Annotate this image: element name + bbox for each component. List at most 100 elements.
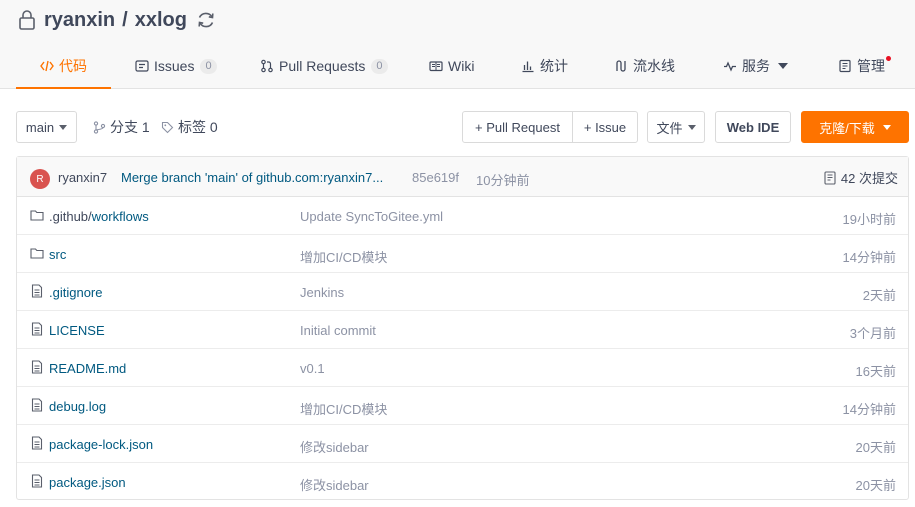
file-commit-time: 19小时前: [842, 212, 896, 227]
avatar[interactable]: R: [30, 169, 50, 189]
table-row[interactable]: .gitignore Jenkins 2天前: [17, 273, 908, 311]
repo-name-link[interactable]: xxlog: [135, 9, 187, 32]
chevron-down-icon: [687, 124, 696, 130]
file-commit-time: 2天前: [862, 288, 896, 303]
repo-owner-link[interactable]: ryanxin: [44, 9, 115, 32]
tab-issues[interactable]: Issues 0: [135, 44, 217, 88]
file-name-link[interactable]: package.json: [49, 475, 126, 490]
file-commit-message[interactable]: v0.1: [300, 361, 325, 376]
table-row[interactable]: .github/workflows Update SyncToGitee.yml…: [17, 197, 908, 235]
branches-link[interactable]: 分支 1: [93, 111, 150, 143]
file-commit-message[interactable]: Jenkins: [300, 285, 344, 300]
new-issue-button[interactable]: + Issue: [572, 111, 638, 143]
tab-code-label: 代码: [59, 58, 87, 74]
table-row[interactable]: debug.log 增加CI/CD模块 14分钟前: [17, 387, 908, 425]
file-icon: [31, 360, 43, 374]
file-name-link[interactable]: src: [49, 247, 66, 262]
new-pull-request-label: + Pull Request: [475, 119, 560, 135]
tab-pipeline-label: 流水线: [633, 58, 675, 74]
file-name-link[interactable]: .gitignore: [49, 285, 102, 300]
files-dropdown[interactable]: 文件: [647, 111, 705, 143]
file-commit-message[interactable]: Update SyncToGitee.yml: [300, 209, 443, 224]
file-commit-message[interactable]: Initial commit: [300, 323, 376, 338]
code-icon: [40, 60, 54, 72]
file-icon: [31, 436, 43, 450]
files-dropdown-label: 文件: [656, 120, 683, 136]
repo-separator: /: [122, 8, 128, 31]
file-commit-message[interactable]: 修改sidebar: [300, 475, 369, 494]
table-row[interactable]: src 增加CI/CD模块 14分钟前: [17, 235, 908, 273]
table-row[interactable]: LICENSE Initial commit 3个月前: [17, 311, 908, 349]
tab-service[interactable]: 服务: [723, 44, 788, 88]
branch-select[interactable]: main: [16, 111, 77, 143]
tab-wiki[interactable]: Wiki: [429, 44, 474, 88]
file-commit-time: 14分钟前: [842, 402, 896, 417]
sync-icon[interactable]: [195, 9, 217, 31]
branch-select-label: main: [25, 119, 55, 135]
file-commit-message[interactable]: 增加CI/CD模块: [300, 399, 387, 418]
chevron-down-icon: [882, 124, 891, 130]
commit-message-link[interactable]: Merge branch 'main' of github.com:ryanxi…: [121, 170, 383, 185]
file-commit-time: 14分钟前: [842, 250, 896, 265]
tab-manage-label: 管理: [857, 58, 885, 74]
tags-label: 标签 0: [178, 119, 218, 135]
clone-download-button[interactable]: 克隆/下载: [801, 111, 909, 143]
new-pull-request-button[interactable]: + Pull Request: [462, 111, 573, 143]
tab-pipeline[interactable]: 流水线: [614, 44, 675, 88]
issues-icon: [135, 60, 149, 72]
repo-header: ryanxin / xxlog 代码 Issues 0 Pull Request…: [0, 0, 915, 89]
file-icon: [31, 322, 43, 336]
service-icon: [724, 61, 736, 72]
web-ide-label: Web IDE: [726, 119, 780, 135]
tags-link[interactable]: 标签 0: [161, 111, 218, 143]
lock-icon: [19, 10, 35, 30]
folder-name: workflows: [91, 209, 149, 224]
file-commit-message[interactable]: 增加CI/CD模块: [300, 247, 387, 266]
clone-download-label: 克隆/下载: [819, 120, 875, 136]
commit-count-label: 42 次提交: [840, 171, 898, 186]
file-commit-time: 3个月前: [849, 326, 896, 341]
tab-issues-label: Issues: [154, 58, 195, 74]
repo-toolbar: main 分支 1 标签 0 + Pull Request + Issue 文件…: [0, 111, 915, 145]
file-commit-message[interactable]: 修改sidebar: [300, 437, 369, 456]
notification-dot: [886, 56, 891, 61]
commit-author-link[interactable]: ryanxin7: [58, 170, 107, 185]
chevron-down-icon: [59, 124, 68, 130]
tab-service-label: 服务: [742, 58, 770, 74]
tab-code[interactable]: 代码: [16, 44, 111, 89]
table-row[interactable]: package-lock.json 修改sidebar 20天前: [17, 425, 908, 463]
chevron-down-icon: [778, 63, 788, 69]
pull-request-icon: [261, 59, 273, 73]
repo-tabs: 代码 Issues 0 Pull Requests 0 Wiki 统计 流水线 …: [0, 44, 915, 89]
file-name-link[interactable]: package-lock.json: [49, 437, 153, 452]
file-commit-time: 20天前: [855, 440, 896, 455]
file-list: R ryanxin7 Merge branch 'main' of github…: [16, 156, 909, 500]
tab-manage[interactable]: 管理: [838, 44, 885, 88]
branch-icon: [93, 120, 106, 134]
web-ide-button[interactable]: Web IDE: [715, 111, 791, 143]
file-name-link[interactable]: .github/workflows: [49, 209, 149, 224]
manage-icon: [839, 59, 851, 73]
file-icon: [31, 474, 43, 488]
tab-pull-requests[interactable]: Pull Requests 0: [260, 44, 388, 88]
folder-path-prefix: .github/: [49, 209, 92, 224]
file-commit-time: 16天前: [855, 364, 896, 379]
file-name-link[interactable]: README.md: [49, 361, 126, 376]
file-name-link[interactable]: LICENSE: [49, 323, 105, 338]
pull-requests-count-badge: 0: [371, 58, 388, 74]
tab-stats[interactable]: 统计: [521, 44, 568, 88]
folder-icon: [30, 210, 44, 221]
commit-count-link[interactable]: 42 次提交: [824, 168, 898, 187]
file-commit-time: 20天前: [855, 478, 896, 493]
file-name-link[interactable]: debug.log: [49, 399, 106, 414]
tab-pull-requests-label: Pull Requests: [279, 58, 366, 74]
table-row[interactable]: package.json 修改sidebar 20天前: [17, 463, 908, 501]
new-issue-label: + Issue: [583, 119, 627, 135]
branches-label: 分支 1: [110, 119, 150, 135]
commit-sha-link[interactable]: 85e619f: [412, 170, 459, 185]
table-row[interactable]: README.md v0.1 16天前: [17, 349, 908, 387]
tab-stats-label: 统计: [540, 58, 568, 74]
wiki-icon: [429, 61, 443, 72]
folder-icon: [30, 248, 44, 259]
issues-count-badge: 0: [200, 58, 217, 74]
